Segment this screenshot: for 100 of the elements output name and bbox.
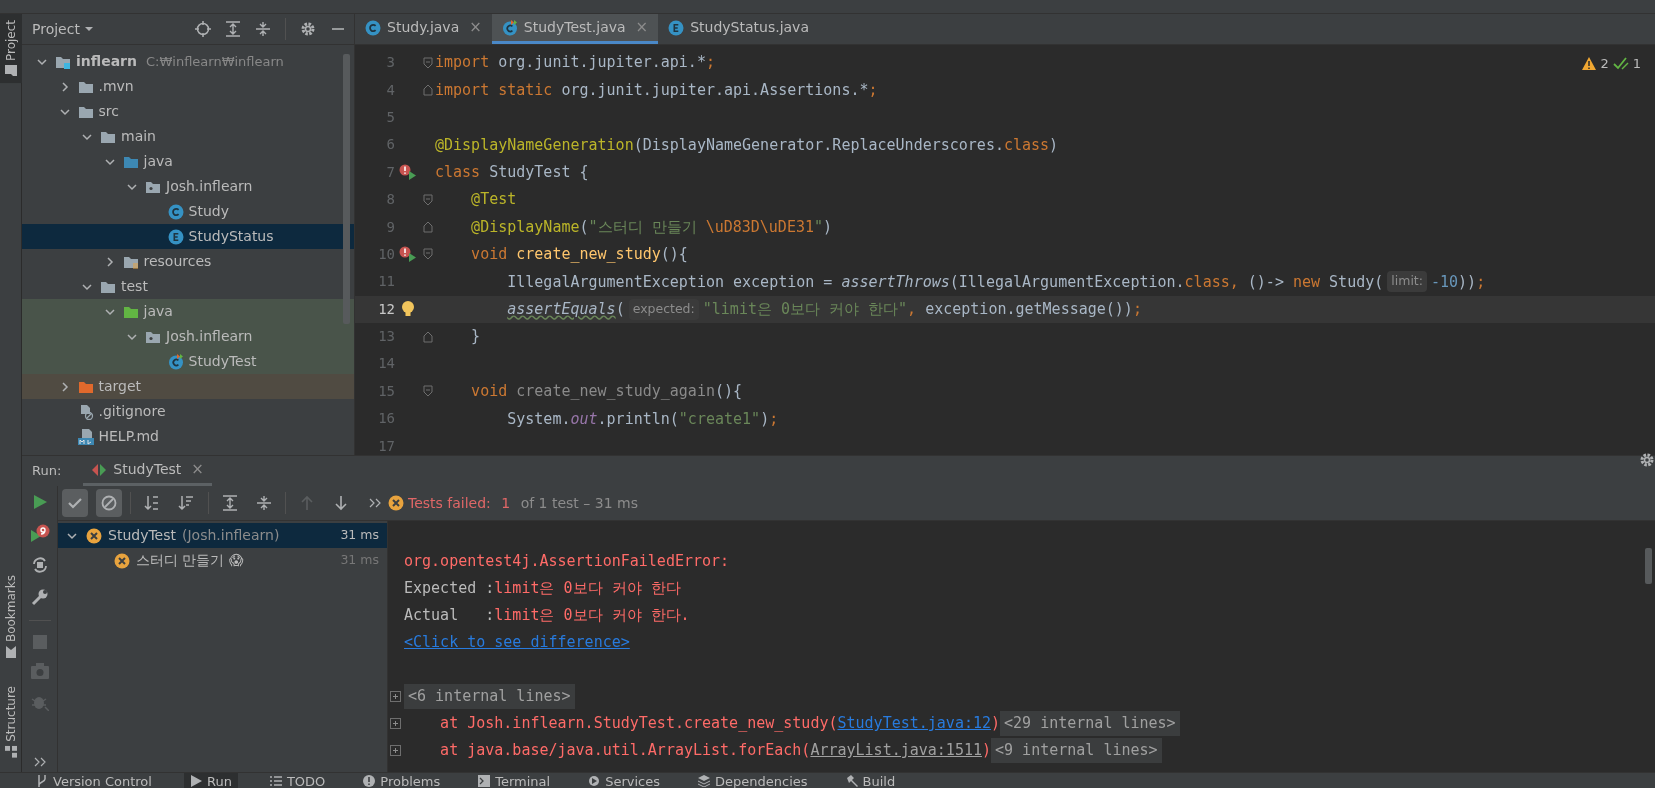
error-icon xyxy=(388,495,404,511)
code-text: @Test xyxy=(470,189,517,211)
expand-all-icon xyxy=(221,495,238,511)
hammer-icon xyxy=(845,775,858,787)
folded-lines[interactable]: <9 internal lines> xyxy=(991,738,1162,763)
console-text: Expected :limit은 0보다 커야 한다 xyxy=(404,578,681,600)
code-text: @DisplayNameGeneration(DisplayNameGenerator.ReplaceUnderscores.class) xyxy=(435,134,1059,156)
line-number: 17 xyxy=(377,436,395,455)
line-number: 16 xyxy=(377,409,395,429)
fold-icon[interactable] xyxy=(423,56,433,69)
folded-lines[interactable]: <29 internal lines> xyxy=(1000,711,1180,736)
tool-window-tab[interactable]: Run xyxy=(183,773,238,788)
expand-icon[interactable] xyxy=(389,718,401,729)
console-text: at Josh.inflearn.StudyTest.create_new_study( xyxy=(439,713,838,735)
run-failed-icon xyxy=(399,246,417,263)
locate-icon[interactable] xyxy=(195,21,211,37)
code-text: void create_new_study(){ xyxy=(470,244,688,266)
run-failed-icon xyxy=(399,164,417,181)
expand-icon[interactable] xyxy=(389,691,401,702)
enum-icon xyxy=(668,19,685,36)
console-link[interactable]: ArrayList.java:1511 xyxy=(810,739,982,762)
collapse-all-icon xyxy=(255,495,272,511)
path-label: C:₩inflearn₩inflearn xyxy=(145,52,284,71)
tree-item[interactable]: Josh.inflearn xyxy=(22,174,354,199)
test-name: StudyTest xyxy=(108,526,176,545)
tool-window-tab[interactable]: Problems xyxy=(357,773,447,788)
tree-item[interactable]: .gitignore xyxy=(22,399,354,424)
tool-window-tab[interactable]: Version Control xyxy=(30,773,158,788)
tree-item[interactable]: java xyxy=(22,149,354,174)
expand-icon[interactable] xyxy=(389,745,401,756)
tool-window-tab[interactable]: Structure xyxy=(0,680,22,764)
code-text: IllegalArgumentException exception = assertThrows(IllegalArgumentException.class, ()-> new Study( xyxy=(506,271,1384,293)
settings-icon[interactable] xyxy=(300,21,316,37)
tree-item[interactable]: HELP.md xyxy=(22,424,354,449)
tree-item[interactable]: Josh.inflearn xyxy=(22,324,354,349)
wrench-icon[interactable] xyxy=(30,588,49,606)
tree-item[interactable]: Study xyxy=(22,199,354,224)
collapse-all-icon[interactable] xyxy=(255,21,271,37)
lightbulb-icon[interactable] xyxy=(401,300,415,319)
rerun-failed-icon[interactable] xyxy=(29,524,50,542)
editor-tab[interactable]: StudyStatus.java xyxy=(658,14,819,44)
close-button[interactable]: × xyxy=(469,16,482,39)
code-text: "limit은 0보다 커야 한다", exception.getMessage()); xyxy=(702,298,1142,320)
check-icon xyxy=(1612,57,1629,71)
folded-lines[interactable]: <6 internal lines> xyxy=(404,684,575,709)
tree-item[interactable]: resources xyxy=(22,249,354,274)
tree-item[interactable]: test xyxy=(22,274,354,299)
panel-title[interactable]: Project xyxy=(32,18,94,40)
tree-item[interactable]: .mvn xyxy=(22,74,354,99)
editor-tab[interactable]: Study.java × xyxy=(355,14,492,44)
fold-icon[interactable] xyxy=(423,221,433,234)
tree-item[interactable]: StudyTest xyxy=(22,349,354,374)
checkmark-button[interactable] xyxy=(62,489,89,517)
console-link[interactable]: <Click to see difference> xyxy=(404,631,630,654)
console-text: ) xyxy=(991,713,1001,735)
fold-icon[interactable] xyxy=(423,330,433,343)
close-button[interactable]: × xyxy=(191,458,204,481)
tree-item[interactable]: java xyxy=(22,299,354,324)
expand-all-icon[interactable] xyxy=(225,21,241,37)
tool-window-tab[interactable]: Bookmarks xyxy=(0,569,22,665)
console-link[interactable]: StudyTest.java:12 xyxy=(837,712,991,735)
scrollbar-thumb[interactable] xyxy=(343,54,350,324)
configuration-tab[interactable]: StudyTest × xyxy=(83,456,212,486)
toggle-auto-test-icon[interactable] xyxy=(30,556,49,574)
test-result-row[interactable]: StudyTest (Josh.inflearn) 31 ms xyxy=(58,523,387,548)
warning-count: 2 xyxy=(1600,55,1609,73)
scrollbar-thumb[interactable] xyxy=(1645,548,1652,584)
branch-icon xyxy=(36,775,48,787)
tool-window-tab[interactable]: Terminal xyxy=(472,773,557,788)
sort-alphabetical-icon xyxy=(144,495,161,511)
editor-tab[interactable]: StudyTest.java × xyxy=(491,14,659,44)
test-class-icon xyxy=(167,353,184,370)
line-number: 13 xyxy=(377,327,395,347)
tree-item[interactable]: inflearn C:₩inflearn₩inflearn xyxy=(22,49,354,74)
class-icon xyxy=(167,203,184,220)
prohibited-button[interactable] xyxy=(96,489,123,517)
tool-window-tab[interactable]: Services xyxy=(582,773,666,788)
tree-item[interactable]: main xyxy=(22,124,354,149)
tool-window-tab[interactable]: Build xyxy=(839,773,902,788)
tool-window-tab[interactable]: Dependencies xyxy=(692,773,814,788)
more-icon[interactable] xyxy=(32,756,47,768)
fold-icon[interactable] xyxy=(423,84,433,97)
test-result-row[interactable]: 스터디 만들기 😱 31 ms xyxy=(58,548,387,573)
tree-item[interactable]: StudyStatus xyxy=(22,224,354,249)
fold-icon[interactable] xyxy=(423,385,433,398)
code-text: @DisplayName("스터디 만들기 \uD83D\uDE31") xyxy=(470,216,833,238)
tool-window-tab[interactable]: TODO xyxy=(263,773,332,788)
prohibited-icon xyxy=(101,495,118,511)
tree-item[interactable]: src xyxy=(22,99,354,124)
line-number: 12 xyxy=(377,299,395,319)
inlay-hint: expected: xyxy=(628,298,699,320)
tool-window-tab[interactable]: Project xyxy=(0,14,22,84)
fold-icon[interactable] xyxy=(423,248,433,261)
fold-icon[interactable] xyxy=(423,193,433,206)
bookmark-icon xyxy=(4,646,17,659)
settings-icon[interactable] xyxy=(1639,452,1655,468)
tree-item[interactable]: target xyxy=(22,374,354,399)
run-icon[interactable] xyxy=(31,494,48,510)
arrow-down-icon xyxy=(332,495,349,511)
console-text: at java.base/java.util.ArrayList.forEach( xyxy=(439,740,811,762)
